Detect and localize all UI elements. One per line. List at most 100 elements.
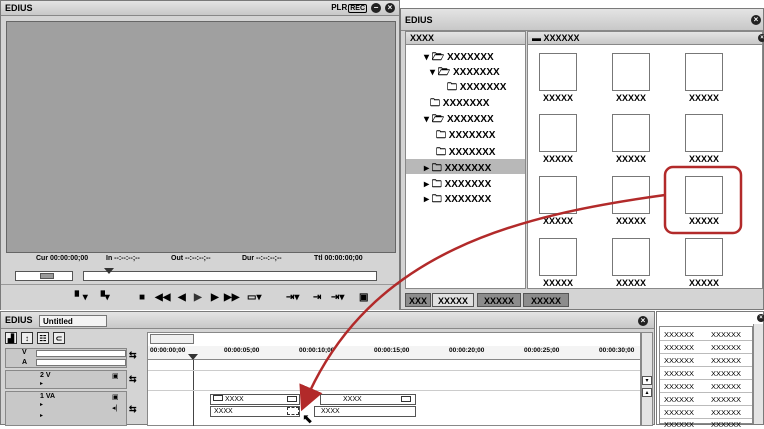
transport-bar: ▘▾ ▝▾ ■ ◀◀ ◀ ▶ ▶ ▶▶ ▭▾ ⇥▾ ⇥ ⇥▾ ▣ [1,284,399,310]
bin-tab[interactable]: XXX [405,293,431,307]
clip-label: XXXXX [542,93,573,103]
timeline-close-icon[interactable]: × [638,316,648,326]
drop-placeholder [287,407,299,415]
clip-thumbnail[interactable] [612,53,650,91]
folder-icon: ▬ [532,33,541,43]
close-icon[interactable]: × [385,3,395,13]
clip-thumbnail[interactable] [612,238,650,276]
info-table: XXXXXX XXXXXX XXXXXX XXXXXX XXXXXX XXXXX… [659,326,753,429]
clip-label: XXXXX [688,154,719,164]
audio-icon[interactable]: ◂| [112,404,117,412]
timeline-titlebar: EDIUS Untitled [1,312,654,329]
step-forward-icon[interactable]: ▶ [211,292,219,304]
tree-item[interactable]: ▸ 🗀 XXXXXXX [424,161,491,178]
track-arrow[interactable]: ⇆ [129,350,137,361]
clip-thumbnail[interactable] [539,238,577,276]
fast-forward-icon[interactable]: ▶▶ [224,292,239,304]
tree-item[interactable]: 🗀 XXXXXXX [447,80,506,97]
clip-thumbnail[interactable] [539,114,577,152]
set-out-icon[interactable]: ▝▾ [97,292,110,304]
timeline-clip[interactable]: XXXX [210,406,300,417]
expand-icon[interactable]: ▸ [40,401,43,408]
player-title: EDIUS [5,3,33,13]
step-back-icon[interactable]: ◀ [178,292,186,304]
tree-header: XXXX [406,32,525,45]
tree-item[interactable]: 🗀 XXXXXXX [430,96,489,113]
clip-view-header: ▬ XXXXXX [528,32,762,45]
expand-icon[interactable]: ▸ [40,380,43,387]
info-cell: XXXXXX [664,369,695,378]
bin-window: EDIUS × XXXX ▾ 🗁 XXXXXXX ▾ 🗁 XXXXXXX 🗀 X… [400,8,764,310]
info-panel: × XXXXXX XXXXXX XXXXXX XXXXXX XXXXXX XXX… [656,311,764,429]
tree-item[interactable]: ▾ 🗁 XXXXXXX [424,112,494,129]
timeline-scrollbar[interactable]: ▾ ▴ [641,332,653,426]
timeline-area[interactable]: 00:00:00;00 00:00:05;00 00:00:10;00 00:0… [147,332,641,426]
bin-close-icon[interactable]: × [751,15,761,25]
track-tool-icon[interactable]: ▟ [5,332,17,344]
position-bar[interactable] [83,268,377,281]
play-icon[interactable]: ▶ [194,292,202,304]
tree-item[interactable]: 🗀 XXXXXXX [436,128,495,145]
timeline-clip[interactable]: XXXX [210,394,300,405]
bin-tab[interactable]: XXXXX [477,293,521,307]
folder-tree: XXXX ▾ 🗁 XXXXXXX ▾ 🗁 XXXXXXX 🗀 XXXXXXX 🗀… [405,31,526,289]
clip-label: XXXXX [615,154,646,164]
stop-icon[interactable]: ■ [139,292,145,304]
track-header-1va[interactable]: 1 VA ▣ ◂| ▸ ▸ [5,391,127,426]
bin-title: EDIUS [405,15,433,25]
menu-icon[interactable]: ▣ [359,292,368,304]
minimize-icon[interactable]: − [371,3,381,13]
timeline-scroll-thumb[interactable] [150,334,194,344]
loop-icon[interactable]: ▭▾ [247,292,261,304]
info-cell: XXXXXX [664,408,695,417]
timeline-clip[interactable]: XXXX [314,406,416,417]
clip-thumbnail[interactable] [685,114,723,152]
bin-tab[interactable]: XXXXX [432,293,474,307]
clip-thumbnail[interactable] [685,238,723,276]
scroll-up-icon[interactable]: ▴ [642,388,652,397]
clip-thumbnail[interactable] [539,176,577,214]
overwrite-icon[interactable]: ⇥ [313,292,321,304]
timeline-title: EDIUS [5,315,33,325]
track-divider [148,390,640,391]
info-cell: XXXXXX [664,356,695,365]
scroll-down-icon[interactable]: ▾ [642,376,652,385]
info-close-icon[interactable]: × [757,314,764,322]
clip-thumbnail[interactable] [685,53,723,91]
track-visibility-icon[interactable]: ▣ [112,393,119,401]
set-in-icon[interactable]: ▘▾ [75,292,88,304]
track-arrow[interactable]: ⇆ [129,374,137,385]
expand-icon[interactable]: ▸ [40,412,43,419]
clip-view-close-icon[interactable]: × [758,34,764,42]
clip-thumbnail[interactable] [612,176,650,214]
plr-rec-toggle[interactable]: PLR REC [331,3,367,13]
insert-icon[interactable]: ⇥▾ [286,292,299,304]
patch-dropdown[interactable] [36,359,126,366]
timeline-clip[interactable]: XXXX [320,394,416,405]
info-scrollbar[interactable] [753,324,763,424]
settings-icon[interactable]: ☷ [37,332,49,344]
info-cell: XXXXXX [711,408,742,417]
shuttle-slider[interactable] [15,271,73,281]
link-icon[interactable]: ⊂ [53,332,65,344]
rewind-icon[interactable]: ◀◀ [155,292,170,304]
tree-item[interactable]: ▸ 🗀 XXXXXXX [424,192,491,209]
ruler[interactable]: 00:00:00;00 00:00:05;00 00:00:10;00 00:0… [148,346,640,360]
tc-ttl: Ttl 00:00:00;00 [314,255,363,262]
track-arrow[interactable]: ⇆ [129,404,137,415]
patch-dropdown[interactable] [36,350,126,357]
tc-in: In --:--:--;-- [106,255,140,262]
player-preview [6,21,396,253]
clip-thumbnail-selected[interactable] [685,176,723,214]
track-visibility-icon[interactable]: ▣ [112,372,119,380]
clip-label: XXXXX [615,93,646,103]
export-icon[interactable]: ⇥▾ [331,292,344,304]
bin-tab[interactable]: XXXXX [523,293,569,307]
sync-icon[interactable]: ↕ [21,332,33,344]
sequence-tab[interactable]: Untitled [39,314,108,327]
clip-thumbnail[interactable] [539,53,577,91]
track-header-patch[interactable]: V A [5,348,127,368]
track-header-2v[interactable]: 2 V ▣ ▸ [5,370,127,389]
clip-thumbnail[interactable] [612,114,650,152]
bin-titlebar: EDIUS [401,9,763,31]
